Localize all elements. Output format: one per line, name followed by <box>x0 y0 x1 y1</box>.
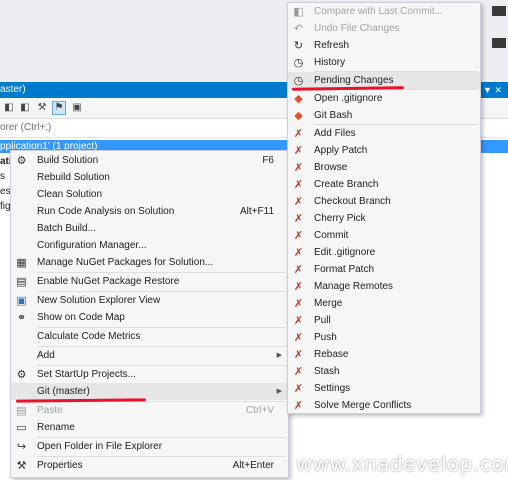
git-ext-icon: ✗ <box>293 399 304 412</box>
menu-item-build-solution[interactable]: ⚙ Build Solution F6 <box>11 152 288 169</box>
submenu-arrow-icon: ▶ <box>276 388 282 395</box>
menu-item-rename[interactable]: ▭ Rename <box>11 419 288 436</box>
git-item-git-bash[interactable]: ◆ Git Bash <box>288 107 480 124</box>
git-item-create-branch[interactable]: ✗ Create Branch <box>288 176 480 193</box>
git-item-checkout-branch[interactable]: ✗ Checkout Branch <box>288 193 480 210</box>
git-item-settings[interactable]: ✗ Settings <box>288 380 480 397</box>
git-item-cherry-pick[interactable]: ✗ Cherry Pick <box>288 210 480 227</box>
git-item-manage-remotes[interactable]: ✗ Manage Remotes <box>288 278 480 295</box>
new-view-icon: ▣ <box>16 294 27 307</box>
menu-item-properties[interactable]: ⚒ Properties Alt+Enter <box>11 457 288 474</box>
git-item-solve-merge-conflicts[interactable]: ✗ Solve Merge Conflicts <box>288 397 480 414</box>
git-ext-icon: ✗ <box>293 212 304 225</box>
git-item-format-patch[interactable]: ✗ Format Patch <box>288 261 480 278</box>
git-item-commit[interactable]: ✗ Commit <box>288 227 480 244</box>
titlebar-dropdown-icon[interactable]: ▼ ✕ <box>483 82 502 98</box>
tree-item-clipped[interactable]: fig <box>0 201 11 212</box>
properties-icon[interactable]: ⚒ <box>35 101 49 115</box>
tree-item-clipped[interactable]: s <box>0 171 5 182</box>
git-ext-icon: ✗ <box>293 297 304 310</box>
git-ext-icon: ✗ <box>293 331 304 344</box>
git-ext-icon: ✗ <box>293 144 304 157</box>
menu-item-paste[interactable]: ▤ Paste Ctrl+V <box>11 402 288 419</box>
code-map-icon: ⚭ <box>16 311 27 324</box>
menu-item-show-on-code-map[interactable]: ⚭ Show on Code Map <box>11 309 288 326</box>
rename-icon: ▭ <box>16 421 27 434</box>
pending-changes-filter-icon[interactable]: ⚑ <box>52 101 66 115</box>
git-item-merge[interactable]: ✗ Merge <box>288 295 480 312</box>
git-item-open-gitignore[interactable]: ◆ Open .gitignore <box>288 90 480 107</box>
back-icon[interactable]: ◧ <box>2 101 16 115</box>
git-item-compare[interactable]: ◧ Compare with Last Commit... <box>288 3 480 20</box>
wrench-icon: ⚒ <box>16 459 27 472</box>
git-item-refresh[interactable]: ↻ Refresh <box>288 37 480 54</box>
nuget-icon: ▦ <box>16 256 27 269</box>
menu-item-set-startup-projects[interactable]: ⚙ Set StartUp Projects... <box>11 366 288 383</box>
menu-item-git-master[interactable]: Git (master) ▶ <box>11 383 288 400</box>
history-icon: ◷ <box>293 56 304 69</box>
git-ext-icon: ✗ <box>293 348 304 361</box>
git-ext-icon: ✗ <box>293 382 304 395</box>
menu-item-open-folder[interactable]: ↪ Open Folder in File Explorer <box>11 438 288 455</box>
menu-item-configuration-manager[interactable]: Configuration Manager... <box>11 237 288 254</box>
git-submenu: ◧ Compare with Last Commit... ↶ Undo Fil… <box>287 2 481 414</box>
menu-item-calculate-code-metrics[interactable]: Calculate Code Metrics <box>11 328 288 345</box>
submenu-arrow-icon: ▶ <box>276 352 282 359</box>
git-ext-icon: ✗ <box>293 314 304 327</box>
gear-icon: ⚙ <box>16 368 27 381</box>
git-item-edit-gitignore[interactable]: ✗ Edit .gitignore <box>288 244 480 261</box>
git-ext-icon: ✗ <box>293 229 304 242</box>
paste-icon: ▤ <box>16 404 27 417</box>
git-item-add-files[interactable]: ✗ Add Files <box>288 125 480 142</box>
git-item-apply-patch[interactable]: ✗ Apply Patch <box>288 142 480 159</box>
build-icon: ⚙ <box>16 154 27 167</box>
menu-item-new-solution-explorer-view[interactable]: ▣ New Solution Explorer View <box>11 292 288 309</box>
git-item-pull[interactable]: ✗ Pull <box>288 312 480 329</box>
tree-item-clipped[interactable]: es <box>0 186 11 197</box>
pending-changes-icon: ◷ <box>293 74 304 87</box>
git-ext-icon: ✗ <box>293 127 304 140</box>
git-item-rebase[interactable]: ✗ Rebase <box>288 346 480 363</box>
open-folder-icon: ↪ <box>16 440 27 453</box>
git-ext-icon: ✗ <box>293 178 304 191</box>
preview-icon[interactable]: ▣ <box>70 101 84 115</box>
scrollbar-thumb[interactable] <box>492 6 506 16</box>
git-item-stash[interactable]: ✗ Stash <box>288 363 480 380</box>
refresh-icon[interactable]: ◧ <box>18 101 32 115</box>
scrollbar-thumb[interactable] <box>492 38 506 48</box>
menu-item-add[interactable]: Add ▶ <box>11 347 288 364</box>
menu-item-run-code-analysis[interactable]: Run Code Analysis on Solution Alt+F11 <box>11 203 288 220</box>
menu-item-rebuild-solution[interactable]: Rebuild Solution <box>11 169 288 186</box>
menu-item-clean-solution[interactable]: Clean Solution <box>11 186 288 203</box>
git-ext-icon: ✗ <box>293 365 304 378</box>
menu-item-batch-build[interactable]: Batch Build... <box>11 220 288 237</box>
git-ext-icon: ✗ <box>293 161 304 174</box>
search-placeholder: orer (Ctrl+;) <box>0 122 52 133</box>
git-item-push[interactable]: ✗ Push <box>288 329 480 346</box>
menu-item-nuget-restore[interactable]: ▤ Enable NuGet Package Restore <box>11 273 288 290</box>
titlebar-text: aster) <box>0 84 26 95</box>
git-ext-icon: ✗ <box>293 280 304 293</box>
watermark-text: www.xnadevelop.com <box>296 452 508 476</box>
git-ext-icon: ✗ <box>293 195 304 208</box>
menu-item-manage-nuget[interactable]: ▦ Manage NuGet Packages for Solution... <box>11 254 288 271</box>
compare-icon: ◧ <box>293 5 304 18</box>
git-item-browse[interactable]: ✗ Browse <box>288 159 480 176</box>
git-item-history[interactable]: ◷ History <box>288 54 480 71</box>
git-icon: ◆ <box>294 109 303 122</box>
git-item-undo[interactable]: ↶ Undo File Changes <box>288 20 480 37</box>
git-icon: ◆ <box>294 92 303 105</box>
git-ext-icon: ✗ <box>293 246 304 259</box>
git-ext-icon: ✗ <box>293 263 304 276</box>
solution-context-menu: ⚙ Build Solution F6 Rebuild Solution Cle… <box>10 150 289 478</box>
refresh-icon: ↻ <box>293 39 304 52</box>
package-icon: ▤ <box>16 275 27 288</box>
undo-icon: ↶ <box>293 22 304 35</box>
